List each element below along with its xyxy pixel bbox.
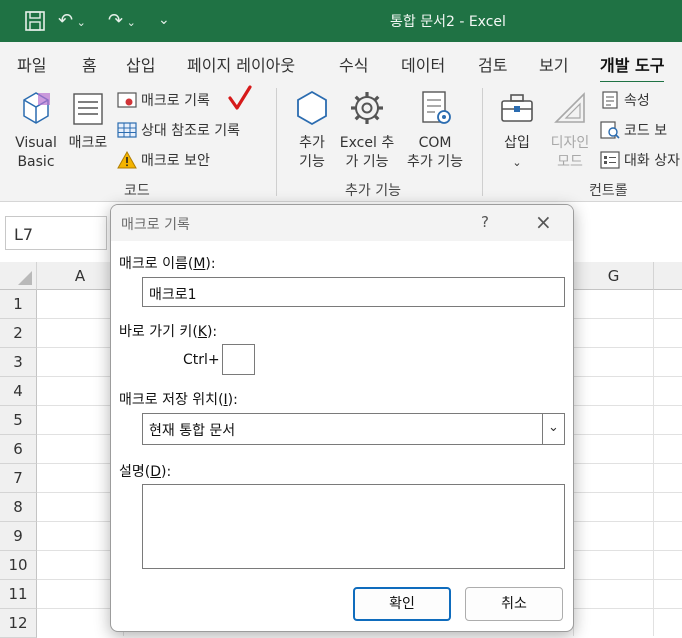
ctrl-label: Ctrl+ xyxy=(183,352,220,368)
row-header-7[interactable]: 7 xyxy=(0,464,37,493)
addins-button[interactable]: 추가 기능 xyxy=(290,88,334,172)
shortcut-key-label: 바로 가기 키(K): xyxy=(119,324,218,340)
run-dialog-icon xyxy=(600,151,620,169)
store-macro-value: 현재 통합 문서 xyxy=(149,423,236,439)
store-macro-select[interactable]: 현재 통합 문서 ⌄ xyxy=(142,413,565,445)
help-button[interactable]: ? xyxy=(481,213,489,231)
addins-icon xyxy=(297,90,327,126)
row-header-6[interactable]: 6 xyxy=(0,435,37,464)
select-all-corner[interactable] xyxy=(0,262,37,290)
group-controls-label: 컨트롤 xyxy=(589,183,628,199)
row-header-10[interactable]: 10 xyxy=(0,551,37,580)
view-code-button[interactable]: 코드 보 xyxy=(600,118,667,142)
column-header-g[interactable]: G xyxy=(574,262,654,290)
properties-button[interactable]: 속성 xyxy=(600,88,650,112)
redo-icon[interactable]: ↷ ⌄ xyxy=(108,10,136,31)
chevron-down-icon: ⌄ xyxy=(512,156,522,169)
record-macro-dialog: 매크로 기록 ? × 매크로 이름(M): 매크로1 바로 가기 키(K): C… xyxy=(110,204,574,632)
tab-formulas[interactable]: 수식 xyxy=(339,52,368,76)
tab-data[interactable]: 데이터 xyxy=(401,52,445,76)
com-addins-button[interactable]: COM 추가 기능 xyxy=(400,88,470,172)
ribbon: Visual Basic 매크로 매크로 기록 상대 참조로 기록 매크로 보안 … xyxy=(0,82,682,202)
macros-label: 매크로 xyxy=(68,135,108,151)
checkmark-annotation xyxy=(228,85,252,110)
row-header-9[interactable]: 9 xyxy=(0,522,37,551)
run-dialog-label: 대화 상자 xyxy=(624,153,680,169)
group-separator xyxy=(276,88,277,196)
excel-addins-button[interactable]: Excel 추가 기능 xyxy=(336,88,398,172)
tab-page-layout[interactable]: 페이지 레이아웃 xyxy=(187,52,295,76)
close-icon[interactable]: × xyxy=(535,210,552,234)
ribbon-tabs: 파일 홈 삽입 페이지 레이아웃 수식 데이터 검토 보기 개발 도구 xyxy=(0,42,682,84)
relative-references-icon xyxy=(117,122,137,138)
macro-name-label: 매크로 이름(M): xyxy=(119,256,216,272)
name-box[interactable]: L7 xyxy=(5,216,107,250)
excel-addins-label: Excel 추가 기능 xyxy=(339,135,395,170)
insert-control-label: 삽입 ⌄ xyxy=(504,135,530,169)
tab-developer[interactable]: 개발 도구 xyxy=(600,52,665,84)
shortcut-key-input[interactable] xyxy=(222,344,255,375)
tab-insert[interactable]: 삽입 xyxy=(126,52,155,76)
insert-control-button[interactable]: 삽입 ⌄ xyxy=(494,88,540,172)
save-icon[interactable] xyxy=(24,10,46,37)
gear-icon xyxy=(351,92,383,124)
com-addins-icon xyxy=(422,91,451,124)
customize-toolbar-icon[interactable]: ⌄ xyxy=(158,12,170,28)
tab-file[interactable]: 파일 xyxy=(17,52,46,76)
description-textarea[interactable] xyxy=(142,484,565,569)
ok-button[interactable]: 확인 xyxy=(353,587,451,621)
triangle-ruler-icon xyxy=(554,92,585,123)
relative-references-button[interactable]: 상대 참조로 기록 xyxy=(117,118,240,142)
row-header-3[interactable]: 3 xyxy=(0,348,37,377)
macro-security-label: 매크로 보안 xyxy=(141,153,210,169)
tab-home[interactable]: 홈 xyxy=(82,52,97,76)
window-title: 통합 문서2 - Excel xyxy=(390,14,506,30)
properties-label: 속성 xyxy=(624,93,650,109)
undo-icon[interactable]: ↶ ⌄ xyxy=(58,10,86,31)
visual-basic-icon xyxy=(23,92,50,124)
dialog-title-bar[interactable]: 매크로 기록 ? × xyxy=(111,205,573,241)
row-header-2[interactable]: 2 xyxy=(0,319,37,348)
run-dialog-button[interactable]: 대화 상자 xyxy=(600,148,680,172)
tab-review[interactable]: 검토 xyxy=(478,52,507,76)
warning-icon xyxy=(117,151,137,169)
row-header-11[interactable]: 11 xyxy=(0,580,37,609)
record-macro-icon xyxy=(117,92,137,108)
row-header-8[interactable]: 8 xyxy=(0,493,37,522)
view-code-icon xyxy=(600,121,620,139)
addins-label: 추가 기능 xyxy=(299,135,325,170)
toolbox-icon xyxy=(501,94,533,122)
relative-references-label: 상대 참조로 기록 xyxy=(141,123,241,139)
record-macro-button[interactable]: 매크로 기록 xyxy=(117,88,210,112)
properties-icon xyxy=(602,91,618,109)
row-header-4[interactable]: 4 xyxy=(0,377,37,406)
row-header-12[interactable]: 12 xyxy=(0,609,37,638)
store-macro-label: 매크로 저장 위치(I): xyxy=(119,392,238,408)
design-mode-button[interactable]: 디자인 모드 xyxy=(544,88,596,172)
row-header-5[interactable]: 5 xyxy=(0,406,37,435)
column-header[interactable] xyxy=(654,262,682,290)
row-header-1[interactable]: 1 xyxy=(0,290,37,319)
group-code-label: 코드 xyxy=(124,183,150,199)
group-separator xyxy=(482,88,483,196)
visual-basic-button[interactable]: Visual Basic xyxy=(8,88,64,172)
macros-button[interactable]: 매크로 xyxy=(64,88,112,153)
com-addins-label: COM 추가 기능 xyxy=(407,135,463,170)
tab-view[interactable]: 보기 xyxy=(539,52,568,76)
dialog-title: 매크로 기록 xyxy=(121,217,190,233)
cancel-button[interactable]: 취소 xyxy=(465,587,563,621)
description-label: 설명(D): xyxy=(119,464,172,480)
macros-icon xyxy=(73,93,103,125)
visual-basic-label: Visual Basic xyxy=(15,135,57,170)
view-code-label: 코드 보 xyxy=(624,123,668,139)
macro-security-button[interactable]: 매크로 보안 xyxy=(117,148,210,172)
design-mode-label: 디자인 모드 xyxy=(550,135,590,170)
gridline xyxy=(653,290,654,636)
group-addins-label: 추가 기능 xyxy=(345,183,401,199)
record-macro-label: 매크로 기록 xyxy=(141,93,210,109)
title-bar: ↶ ⌄ ↷ ⌄ ⌄ 통합 문서2 - Excel xyxy=(0,0,682,42)
chevron-down-icon[interactable]: ⌄ xyxy=(542,414,564,444)
macro-name-input[interactable]: 매크로1 xyxy=(142,277,565,307)
